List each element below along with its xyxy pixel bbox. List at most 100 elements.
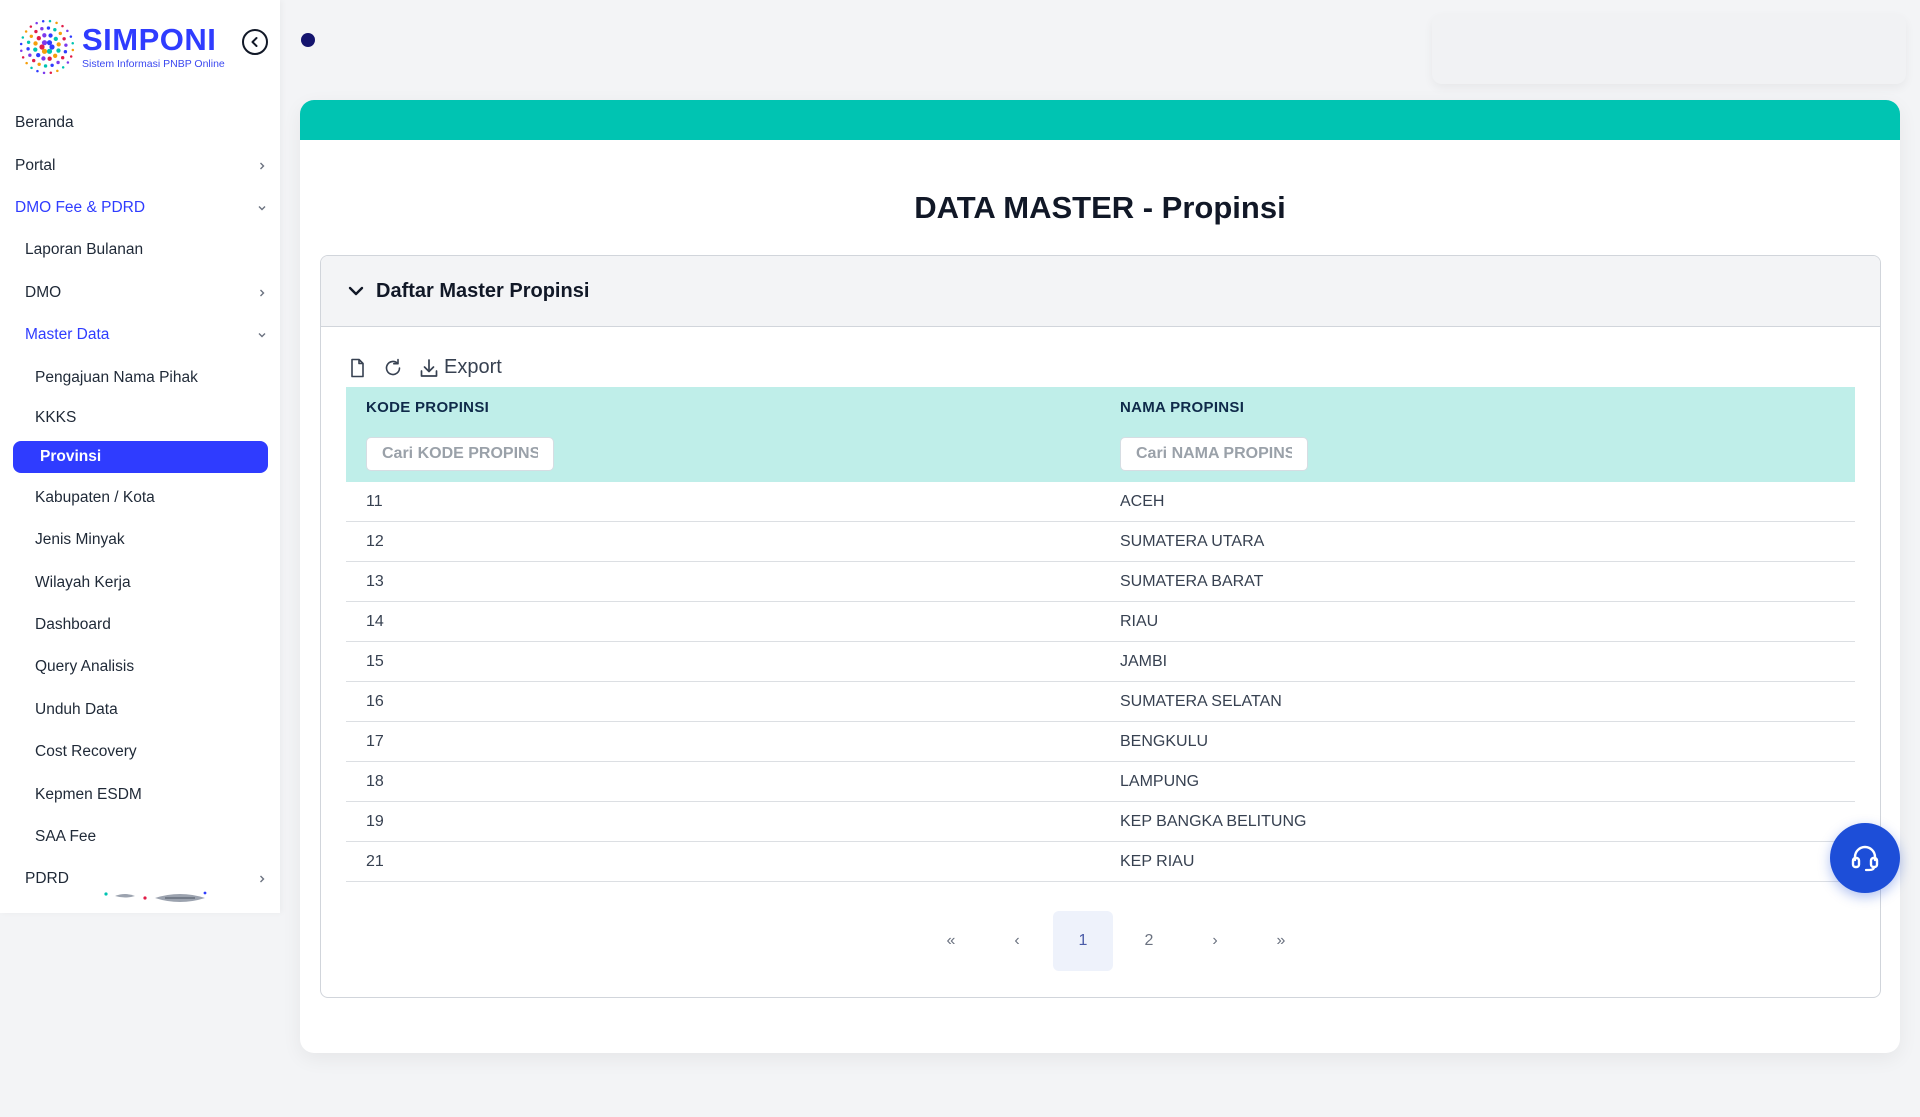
logo-dot <box>61 24 64 28</box>
chevron-down-icon <box>348 286 364 296</box>
cell-kode: 19 <box>366 813 384 830</box>
logo-dot <box>48 33 53 38</box>
data-table: KODE PROPINSI NAMA PROPINSI 11 ACEH 12 SUMA… <box>346 387 1855 882</box>
table-row[interactable]: 21 KEP RIAU <box>346 842 1855 882</box>
help-support-button[interactable] <box>1830 823 1900 893</box>
sidebar-item-pengajuan-nama-pihak[interactable]: Pengajuan Nama Pihak <box>0 356 280 398</box>
sidebar-item-kepmen-esdm[interactable]: Kepmen ESDM <box>0 773 280 815</box>
first-page-button[interactable]: « <box>921 911 981 971</box>
sidebar-item-saa-fee[interactable]: SAA Fee <box>0 816 280 858</box>
status-dot <box>301 33 315 47</box>
sidebar-item-label: Cost Recovery <box>35 743 137 761</box>
sidebar-item-dashboard[interactable]: Dashboard <box>0 604 280 646</box>
cell-nama: RIAU <box>1120 613 1159 630</box>
table-row[interactable]: 13 SUMATERA BARAT <box>346 562 1855 602</box>
sidebar-nav: Beranda Portal DMO Fee & PDRD Laporan Bu… <box>0 102 280 901</box>
sidebar-item-jenis-minyak[interactable]: Jenis Minyak <box>0 519 280 561</box>
column-header-kode[interactable]: KODE PROPINSI <box>366 399 489 416</box>
sidebar-item-label: KKKS <box>35 408 77 426</box>
sidebar-item-kabupaten-kota[interactable]: Kabupaten / Kota <box>0 477 280 519</box>
logo-dot <box>66 29 69 33</box>
table-row[interactable]: 17 BENGKULU <box>346 722 1855 762</box>
table-row[interactable]: 16 SUMATERA SELATAN <box>346 682 1855 722</box>
logo-dot <box>55 21 58 25</box>
cell-nama: LAMPUNG <box>1120 773 1200 790</box>
brand[interactable]: SIMPONI Sistem Informasi PNBP Online <box>16 16 225 78</box>
accordion-panel: Daftar Master Propinsi Export KODE PROPI… <box>320 255 1881 998</box>
logo-dot <box>66 61 70 64</box>
new-document-button[interactable] <box>346 357 368 379</box>
simponi-logo-icon <box>19 19 75 75</box>
column-header-nama[interactable]: NAMA PROPINSI <box>1120 399 1244 416</box>
sidebar-item-kkks[interactable]: KKKS <box>0 399 280 437</box>
sidebar-item-label: SAA Fee <box>35 828 97 846</box>
sidebar-item-beranda[interactable]: Beranda <box>0 102 280 144</box>
sidebar-item-label: Laporan Bulanan <box>25 241 144 259</box>
logo-dot <box>36 36 41 41</box>
cell-nama: SUMATERA SELATAN <box>1120 693 1282 710</box>
sidebar-item-provinsi[interactable]: Provinsi <box>13 440 268 473</box>
sidebar-item-dmo-fee-pdrd[interactable]: DMO Fee & PDRD <box>0 187 280 229</box>
chevron-down-icon <box>258 205 266 211</box>
accordion-header[interactable]: Daftar Master Propinsi <box>321 256 1880 327</box>
sidebar-item-laporan-bulanan[interactable]: Laporan Bulanan <box>0 229 280 271</box>
sidebar-item-label: Jenis Minyak <box>35 531 125 549</box>
cell-kode: 12 <box>366 533 384 550</box>
sidebar-item-label: DMO Fee & PDRD <box>15 198 146 216</box>
logo-dot <box>41 20 45 23</box>
sidebar-item-wilayah-kerja[interactable]: Wilayah Kerja <box>0 562 280 604</box>
page-button-2[interactable]: 2 <box>1119 911 1179 971</box>
table-row[interactable]: 18 LAMPUNG <box>346 762 1855 802</box>
logo-dot <box>39 44 45 50</box>
collapse-sidebar-button[interactable] <box>242 29 268 55</box>
sidebar-item-portal[interactable]: Portal <box>0 144 280 186</box>
table-toolbar: Export <box>346 356 502 379</box>
table-row[interactable]: 12 SUMATERA UTARA <box>346 522 1855 562</box>
logo-dot <box>46 26 51 30</box>
sidebar: SIMPONI Sistem Informasi PNBP Online Ber… <box>0 0 280 913</box>
logo-dot <box>26 40 31 44</box>
sidebar-item-label: Provinsi <box>40 447 102 465</box>
logo-dot <box>28 53 32 57</box>
panel-title: Daftar Master Propinsi <box>376 279 590 302</box>
table-row[interactable]: 11 ACEH <box>346 482 1855 522</box>
logo-dot <box>47 56 52 61</box>
cell-kode: 15 <box>366 653 384 670</box>
table-row[interactable]: 15 JAMBI <box>346 642 1855 682</box>
sidebar-item-label: PDRD <box>25 870 69 888</box>
card-header-band <box>300 100 1900 140</box>
logo-dot <box>62 37 66 41</box>
filter-nama-input[interactable] <box>1120 437 1308 471</box>
logo-dot <box>46 48 53 54</box>
logo-dot <box>42 71 46 75</box>
page-button-1[interactable]: 1 <box>1053 911 1113 971</box>
logo-dot <box>19 42 23 46</box>
next-page-button[interactable]: › <box>1185 911 1245 971</box>
last-page-button[interactable]: » <box>1251 911 1311 971</box>
sidebar-item-master-data[interactable]: Master Data <box>0 314 280 356</box>
headset-icon <box>1851 845 1879 872</box>
logo-dot <box>35 21 38 25</box>
logo-dot <box>49 44 55 50</box>
filter-kode-input[interactable] <box>366 437 554 471</box>
refresh-button[interactable] <box>382 357 404 379</box>
table-row[interactable]: 19 KEP BANGKA BELITUNG <box>346 802 1855 842</box>
logo-dot <box>26 47 30 51</box>
export-button[interactable]: Export <box>418 356 502 379</box>
prev-page-button[interactable]: ‹ <box>987 911 1047 971</box>
table-row[interactable]: 14 RIAU <box>346 602 1855 642</box>
cell-kode: 13 <box>366 573 384 590</box>
logo-dot <box>37 62 41 67</box>
decorative-illustration <box>104 891 207 902</box>
user-panel[interactable] <box>1432 14 1906 84</box>
chevron-left-icon <box>251 37 258 47</box>
sidebar-item-dmo[interactable]: DMO <box>0 272 280 314</box>
sidebar-item-label: Kabupaten / Kota <box>35 488 155 506</box>
sidebar-item-cost-recovery[interactable]: Cost Recovery <box>0 731 280 773</box>
logo-dot <box>56 48 61 53</box>
logo-dot <box>21 56 25 59</box>
brand-subtitle: Sistem Informasi PNBP Online <box>82 58 225 70</box>
sidebar-item-unduh-data[interactable]: Unduh Data <box>0 689 280 731</box>
sidebar-item-label: Beranda <box>15 114 74 132</box>
sidebar-item-query-analisis[interactable]: Query Analisis <box>0 646 280 688</box>
